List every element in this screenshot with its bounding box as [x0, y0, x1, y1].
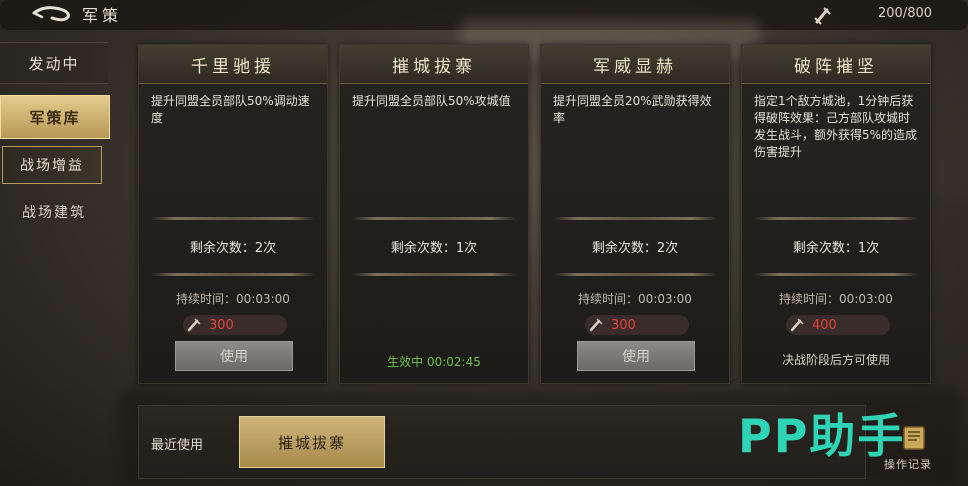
cost-value: 300	[611, 317, 636, 333]
use-button[interactable]: 使用	[577, 341, 695, 371]
active-timer: 生效中 00:02:45	[387, 355, 481, 369]
card-header: 破阵摧坚	[742, 45, 930, 84]
scroll-quill-icon	[786, 315, 808, 335]
remaining-uses: 剩余次数：1次	[390, 241, 478, 256]
remaining-uses: 剩余次数：2次	[189, 241, 277, 256]
cost-value: 400	[812, 317, 837, 333]
cost-badge: 400	[786, 315, 890, 335]
sidebar-item-battlefield-building[interactable]: 战场建筑	[0, 192, 108, 232]
back-arrow-icon	[32, 6, 70, 22]
duration: 持续时间：00:03:00	[176, 292, 290, 306]
divider	[151, 273, 315, 276]
top-bar: 军策 200/800	[0, 0, 968, 30]
card-title: 摧城拔寨	[392, 56, 476, 77]
scroll-quill-icon	[812, 4, 834, 26]
scroll-quill-icon	[585, 315, 607, 335]
card-description: 提升同盟全员部队50%调动速度	[151, 94, 310, 125]
card-title: 军威显赫	[593, 56, 677, 77]
divider	[754, 273, 918, 276]
card-description: 提升同盟全员20%武勋获得效率	[553, 94, 712, 125]
strategy-card: 千里驰援 提升同盟全员部队50%调动速度 剩余次数：2次 持续时间：00:03:…	[138, 44, 328, 384]
recent-strategy-label: 摧城拔寨	[277, 433, 346, 452]
card-title: 千里驰援	[191, 56, 275, 77]
sidebar-item-battlefield-buff[interactable]: 战场增益	[2, 146, 102, 184]
log-book-icon[interactable]	[900, 424, 928, 452]
divider	[151, 217, 315, 220]
pp-watermark: PP助手	[738, 409, 906, 463]
divider	[352, 273, 516, 276]
sidebar-item-active[interactable]: 发动中	[0, 42, 108, 84]
resource-count: 200/800	[878, 6, 933, 21]
log-label[interactable]: 操作记录	[884, 456, 932, 472]
recent-label: 最近使用	[151, 438, 204, 453]
duration: 持续时间：00:03:00	[578, 292, 692, 306]
remaining-uses: 剩余次数：2次	[591, 241, 679, 256]
divider	[352, 217, 516, 220]
card-header: 军威显赫	[541, 45, 729, 84]
card-title: 破阵摧坚	[794, 56, 878, 77]
card-header: 千里驰援	[139, 45, 327, 84]
card-description: 提升同盟全员部队50%攻城值	[352, 94, 511, 108]
cost-badge: 300	[183, 315, 287, 335]
page-title: 军策	[82, 6, 123, 25]
use-button[interactable]: 使用	[175, 341, 293, 371]
divider	[553, 217, 717, 220]
strategy-card: 摧城拔寨 提升同盟全员部队50%攻城值 剩余次数：1次 生效中 00:02:45	[339, 44, 529, 384]
duration: 持续时间：00:03:00	[779, 292, 893, 306]
back-button[interactable]	[30, 3, 74, 25]
cost-badge: 300	[585, 315, 689, 335]
cost-value: 300	[209, 317, 234, 333]
strategy-card: 破阵摧坚 指定1个敌方城池，1分钟后获得破阵效果：己方部队攻城时发生战斗，额外获…	[741, 44, 931, 384]
divider	[553, 273, 717, 276]
card-header: 摧城拔寨	[340, 45, 528, 84]
recent-strategy-button[interactable]: 摧城拔寨	[239, 416, 385, 468]
divider	[754, 217, 918, 220]
sidebar-item-strategy-library[interactable]: 军策库	[0, 95, 110, 139]
remaining-uses: 剩余次数：1次	[792, 241, 880, 256]
card-description: 指定1个敌方城池，1分钟后获得破阵效果：己方部队攻城时发生战斗，额外获得5%的造…	[754, 94, 918, 159]
scroll-quill-icon	[183, 315, 205, 335]
usage-condition-note: 决战阶段后方可使用	[781, 353, 890, 367]
strategy-card: 军威显赫 提升同盟全员20%武勋获得效率 剩余次数：2次 持续时间：00:03:…	[540, 44, 730, 384]
